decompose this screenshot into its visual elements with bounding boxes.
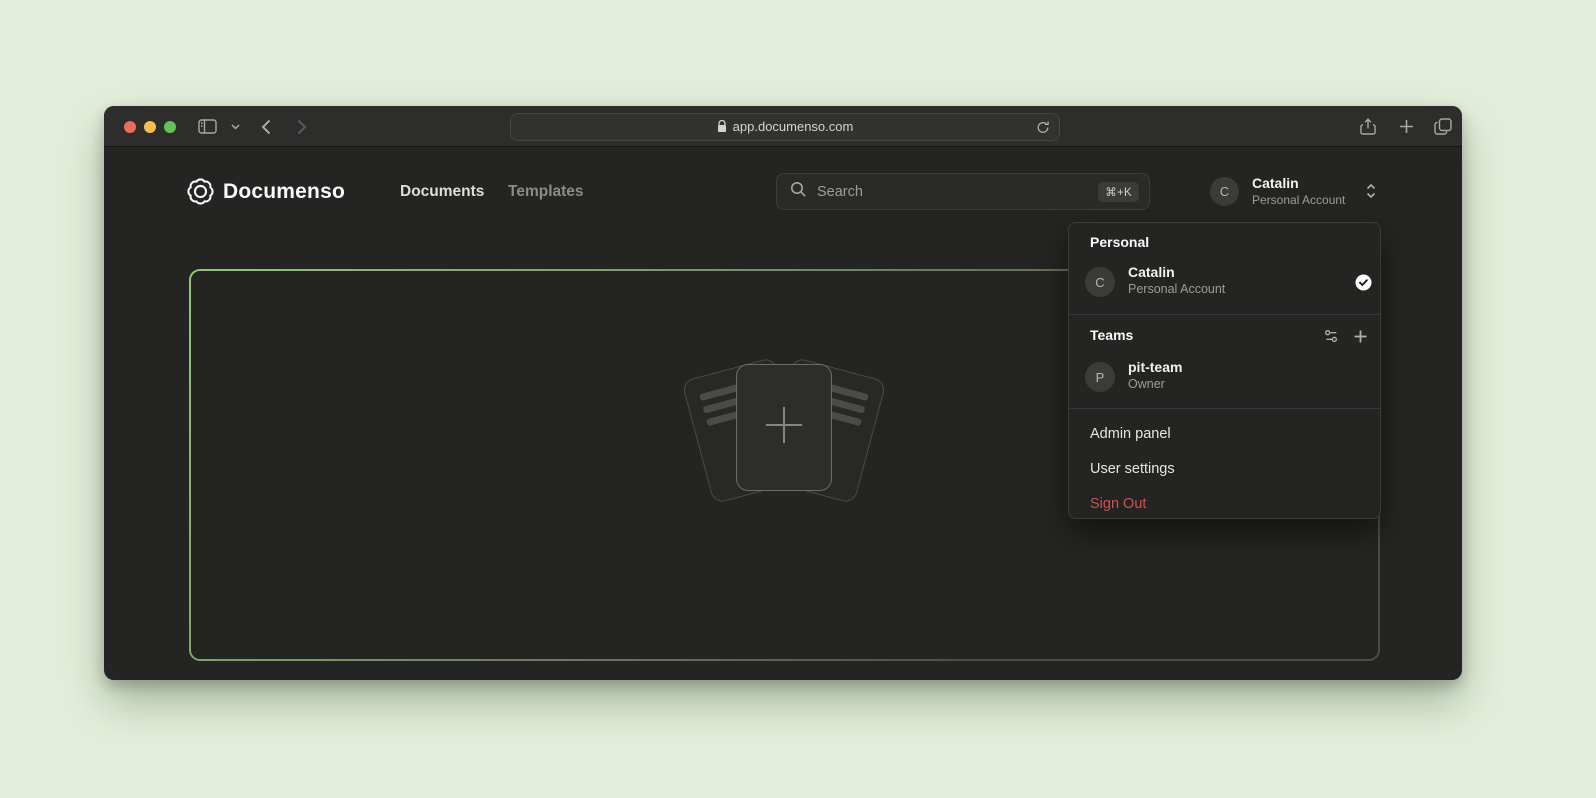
- brand-name[interactable]: Documenso: [223, 177, 345, 207]
- account-dropdown-menu: Personal C Catalin Personal Account Team…: [1068, 222, 1381, 519]
- avatar: C: [1085, 267, 1115, 297]
- minimize-window-button[interactable]: [144, 121, 156, 133]
- chevrons-up-down-icon: [1365, 182, 1377, 205]
- account-menu-trigger[interactable]: C Catalin Personal Account: [1202, 172, 1402, 212]
- personal-account-subtitle: Personal Account: [1128, 282, 1225, 296]
- menu-separator: [1069, 314, 1380, 315]
- create-team-plus-icon[interactable]: [1350, 326, 1370, 346]
- menu-item-user-settings[interactable]: User settings: [1075, 451, 1376, 486]
- manage-teams-sliders-icon[interactable]: [1321, 326, 1341, 346]
- team-item-pit-team[interactable]: P pit-team Owner: [1075, 353, 1376, 401]
- url-text: app.documenso.com: [733, 119, 854, 134]
- personal-account-item[interactable]: C Catalin Personal Account: [1075, 258, 1376, 306]
- document-card-front: [736, 364, 832, 491]
- personal-account-name: Catalin: [1128, 264, 1175, 280]
- account-name: Catalin: [1252, 175, 1299, 191]
- team-name: pit-team: [1128, 359, 1182, 375]
- search-input[interactable]: [817, 184, 1098, 200]
- sidebar-chevron-down-icon[interactable]: [228, 106, 242, 147]
- tab-overview-icon[interactable]: [1430, 106, 1456, 147]
- avatar: C: [1210, 177, 1239, 206]
- selected-check-icon: [1355, 274, 1372, 296]
- browser-toolbar: app.documenso.com: [104, 106, 1462, 147]
- share-icon[interactable]: [1356, 106, 1380, 147]
- reload-icon[interactable]: [1036, 120, 1050, 138]
- search-shortcut-badge: ⌘+K: [1098, 182, 1139, 202]
- search-icon: [790, 181, 807, 203]
- avatar-initial: C: [1095, 275, 1104, 290]
- account-subtitle: Personal Account: [1252, 193, 1345, 207]
- avatar: P: [1085, 362, 1115, 392]
- team-role: Owner: [1128, 377, 1165, 391]
- address-bar[interactable]: app.documenso.com: [510, 113, 1060, 141]
- lock-icon: [717, 120, 727, 133]
- menu-item-admin-panel[interactable]: Admin panel: [1075, 416, 1376, 451]
- new-tab-icon[interactable]: [1394, 106, 1418, 147]
- search-bar[interactable]: ⌘+K: [776, 173, 1150, 210]
- teams-section-heading: Teams: [1090, 327, 1133, 343]
- browser-window: app.documenso.com: [104, 106, 1462, 680]
- documenso-logo-icon[interactable]: [186, 177, 215, 211]
- back-button-icon[interactable]: [256, 106, 276, 147]
- forward-button-icon[interactable]: [292, 106, 312, 147]
- menu-item-sign-out[interactable]: Sign Out: [1075, 486, 1376, 521]
- desktop: app.documenso.com: [0, 0, 1596, 798]
- sidebar-toggle-icon[interactable]: [194, 106, 220, 147]
- close-window-button[interactable]: [124, 121, 136, 133]
- avatar-initial: C: [1220, 184, 1229, 199]
- add-document-plus-icon: [758, 399, 810, 456]
- zoom-window-button[interactable]: [164, 121, 176, 133]
- nav-tab-documents[interactable]: Documents: [400, 178, 484, 206]
- menu-separator: [1069, 408, 1380, 409]
- nav-tab-templates[interactable]: Templates: [508, 178, 584, 206]
- personal-section-heading: Personal: [1090, 234, 1149, 250]
- avatar-initial: P: [1096, 370, 1105, 385]
